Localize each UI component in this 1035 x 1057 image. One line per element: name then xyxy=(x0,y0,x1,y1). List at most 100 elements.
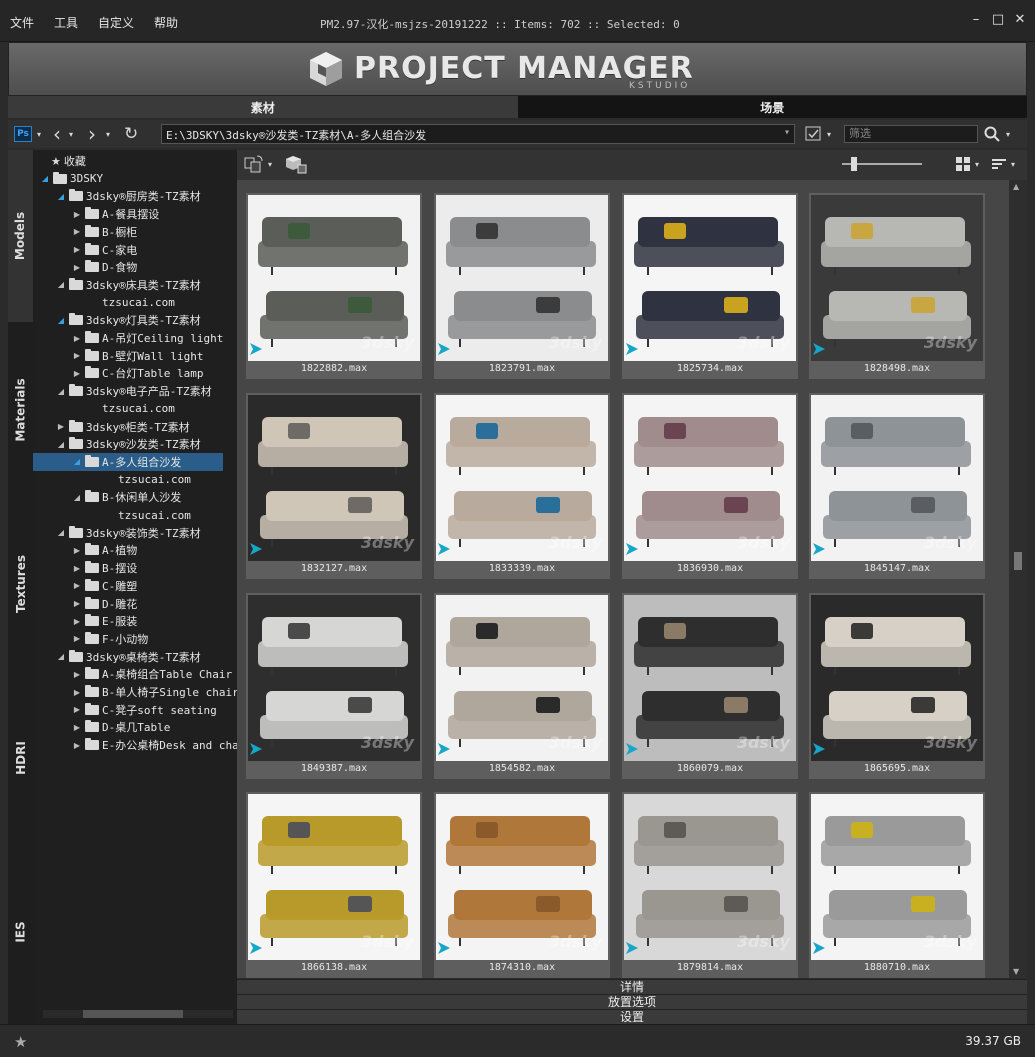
sync-dropdown-icon[interactable]: ▾ xyxy=(268,154,272,174)
refresh-icon[interactable]: ↻ xyxy=(124,124,138,144)
tree-node[interactable]: ▶ B-单人椅子Single chair xyxy=(71,683,237,701)
expand-arrow-icon[interactable]: ▶ xyxy=(71,688,83,697)
tree-node[interactable]: ◢ B-休闲单人沙发 xyxy=(71,488,181,506)
expand-arrow-icon[interactable]: ▶ xyxy=(71,581,83,590)
tree-node[interactable]: ▶ B-摆设 xyxy=(71,559,137,577)
expand-arrow-icon[interactable]: ▶ xyxy=(71,741,83,750)
tree-node[interactable]: ◢ 3dsky®床具类-TZ素材 xyxy=(55,276,201,294)
tree-node[interactable]: ◢ 3dsky®沙发类-TZ素材 xyxy=(55,435,201,453)
tree-node[interactable]: ▶ E-办公桌椅Desk and chair xyxy=(71,736,237,754)
tree-node[interactable]: ▶ E-服装 xyxy=(71,612,137,630)
package-icon[interactable] xyxy=(285,154,307,174)
expand-arrow-icon[interactable]: ▶ xyxy=(71,263,83,272)
tree-node[interactable]: ◢ 3dsky®桌椅类-TZ素材 xyxy=(55,648,201,666)
filter-options-icon[interactable] xyxy=(805,124,823,144)
side-tab-materials[interactable]: Materials xyxy=(8,324,33,496)
asset-card[interactable]: 3dsky 1860079.max xyxy=(622,593,798,779)
expand-arrow-icon[interactable]: ▶ xyxy=(55,422,67,431)
expand-arrow-icon[interactable]: ▶ xyxy=(71,634,83,643)
collapse-arrow-icon[interactable]: ◢ xyxy=(71,457,83,466)
expand-arrow-icon[interactable]: ▶ xyxy=(71,334,83,343)
tree-node[interactable]: ▶ C-雕塑 xyxy=(71,577,137,595)
view-dropdown-icon[interactable]: ▾ xyxy=(975,154,979,174)
tree-node[interactable]: ◢ 3dsky®装饰类-TZ素材 xyxy=(55,524,201,542)
tree-node[interactable]: ▶ B-橱柜 xyxy=(71,223,137,241)
back-dropdown-icon[interactable]: ▾ xyxy=(69,124,73,144)
expand-arrow-icon[interactable]: ▶ xyxy=(71,670,83,679)
asset-card[interactable]: 3dsky 1845147.max xyxy=(809,393,985,579)
menu-tools[interactable]: 工具 xyxy=(54,14,78,31)
path-dropdown-icon[interactable]: ▾ xyxy=(784,127,790,138)
sync-icon[interactable] xyxy=(243,154,265,174)
ps-dropdown-icon[interactable]: ▾ xyxy=(37,124,41,144)
tree-node[interactable]: ◢ 3dsky®厨房类-TZ素材 xyxy=(55,187,201,205)
close-icon[interactable]: ✕ xyxy=(1013,12,1027,27)
sort-dropdown-icon[interactable]: ▾ xyxy=(1011,154,1015,174)
asset-card[interactable]: 3dsky 1849387.max xyxy=(246,593,422,779)
tree-node[interactable]: tzsucai.com xyxy=(71,400,175,418)
tree-node[interactable]: ▶ A-餐具摆设 xyxy=(71,205,159,223)
tree-horizontal-scrollbar[interactable] xyxy=(43,1010,233,1018)
expand-arrow-icon[interactable]: ▶ xyxy=(71,210,83,219)
thumbnail-size-knob[interactable] xyxy=(851,157,857,171)
collapse-arrow-icon[interactable]: ◢ xyxy=(55,192,67,201)
maximize-icon[interactable]: □ xyxy=(991,12,1005,27)
tree-node[interactable]: ▶ C-家电 xyxy=(71,241,137,259)
placement-options-header[interactable]: 放置选项 xyxy=(237,994,1027,1009)
search-icon[interactable] xyxy=(984,124,1000,144)
asset-card[interactable]: 3dsky 1832127.max xyxy=(246,393,422,579)
tree-node[interactable]: ▶ C-台灯Table lamp xyxy=(71,364,203,382)
collapse-arrow-icon[interactable]: ◢ xyxy=(55,316,67,325)
settings-header[interactable]: 设置 xyxy=(237,1009,1027,1024)
expand-arrow-icon[interactable]: ▶ xyxy=(71,705,83,714)
tree-node[interactable]: ★ 收藏 xyxy=(39,152,86,170)
expand-arrow-icon[interactable]: ▶ xyxy=(71,599,83,608)
grid-vertical-scrollbar[interactable]: ▲ ▼ xyxy=(1009,180,1027,978)
forward-dropdown-icon[interactable]: ▾ xyxy=(106,124,110,144)
collapse-arrow-icon[interactable]: ◢ xyxy=(39,174,51,183)
expand-arrow-icon[interactable]: ▶ xyxy=(71,617,83,626)
asset-card[interactable]: 3dsky 1823791.max xyxy=(434,193,610,379)
photoshop-icon[interactable]: Ps xyxy=(14,126,32,142)
expand-arrow-icon[interactable]: ▶ xyxy=(71,227,83,236)
path-input[interactable]: E:\3DSKY\3dsky®沙发类-TZ素材\A-多人组合沙发 ▾ xyxy=(161,124,795,144)
tree-node[interactable]: tzsucai.com xyxy=(71,294,175,312)
details-panel-header[interactable]: 详情 xyxy=(237,979,1027,994)
expand-arrow-icon[interactable]: ▶ xyxy=(71,351,83,360)
tree-node[interactable]: ◢ 3dsky®电子产品-TZ素材 xyxy=(55,382,212,400)
expand-arrow-icon[interactable]: ▶ xyxy=(71,723,83,732)
side-tab-hdri[interactable]: HDRI xyxy=(8,672,33,844)
collapse-arrow-icon[interactable]: ◢ xyxy=(55,528,67,537)
search-dropdown-icon[interactable]: ▾ xyxy=(1006,124,1010,144)
asset-card[interactable]: 3dsky 1874310.max xyxy=(434,792,610,978)
collapse-arrow-icon[interactable]: ◢ xyxy=(71,493,83,502)
sort-icon[interactable] xyxy=(991,154,1007,174)
expand-arrow-icon[interactable]: ▶ xyxy=(71,546,83,555)
expand-arrow-icon[interactable]: ▶ xyxy=(71,369,83,378)
tree-node[interactable]: tzsucai.com xyxy=(87,506,191,524)
collapse-arrow-icon[interactable]: ◢ xyxy=(55,440,67,449)
tree-node[interactable]: ▶ C-凳子soft seating xyxy=(71,701,217,719)
asset-card[interactable]: 3dsky 1825734.max xyxy=(622,193,798,379)
asset-card[interactable]: 3dsky 1865695.max xyxy=(809,593,985,779)
tree-node[interactable]: ◢ A-多人组合沙发 xyxy=(33,452,223,471)
asset-card[interactable]: 3dsky 1836930.max xyxy=(622,393,798,579)
tree-node[interactable]: ▶ D-雕花 xyxy=(71,595,137,613)
filter-input[interactable] xyxy=(844,125,978,143)
menu-customize[interactable]: 自定义 xyxy=(98,14,134,31)
menu-file[interactable]: 文件 xyxy=(10,14,34,31)
star-icon[interactable]: ★ xyxy=(14,1033,27,1051)
asset-card[interactable]: 3dsky 1880710.max xyxy=(809,792,985,978)
asset-card[interactable]: 3dsky 1879814.max xyxy=(622,792,798,978)
tree-scroll-thumb[interactable] xyxy=(83,1010,183,1018)
menu-help[interactable]: 帮助 xyxy=(154,14,178,31)
tree-node[interactable]: ▶ A-吊灯Ceiling light xyxy=(71,329,223,347)
collapse-arrow-icon[interactable]: ◢ xyxy=(55,280,67,289)
side-tab-textures[interactable]: Textures xyxy=(8,498,33,670)
scroll-up-icon[interactable]: ▲ xyxy=(1013,182,1019,191)
asset-card[interactable]: 3dsky 1854582.max xyxy=(434,593,610,779)
tab-scenes[interactable]: 场景 xyxy=(517,96,1027,118)
asset-card[interactable]: 3dsky 1828498.max xyxy=(809,193,985,379)
filter-dropdown-icon[interactable]: ▾ xyxy=(827,124,831,144)
expand-arrow-icon[interactable]: ▶ xyxy=(71,564,83,573)
